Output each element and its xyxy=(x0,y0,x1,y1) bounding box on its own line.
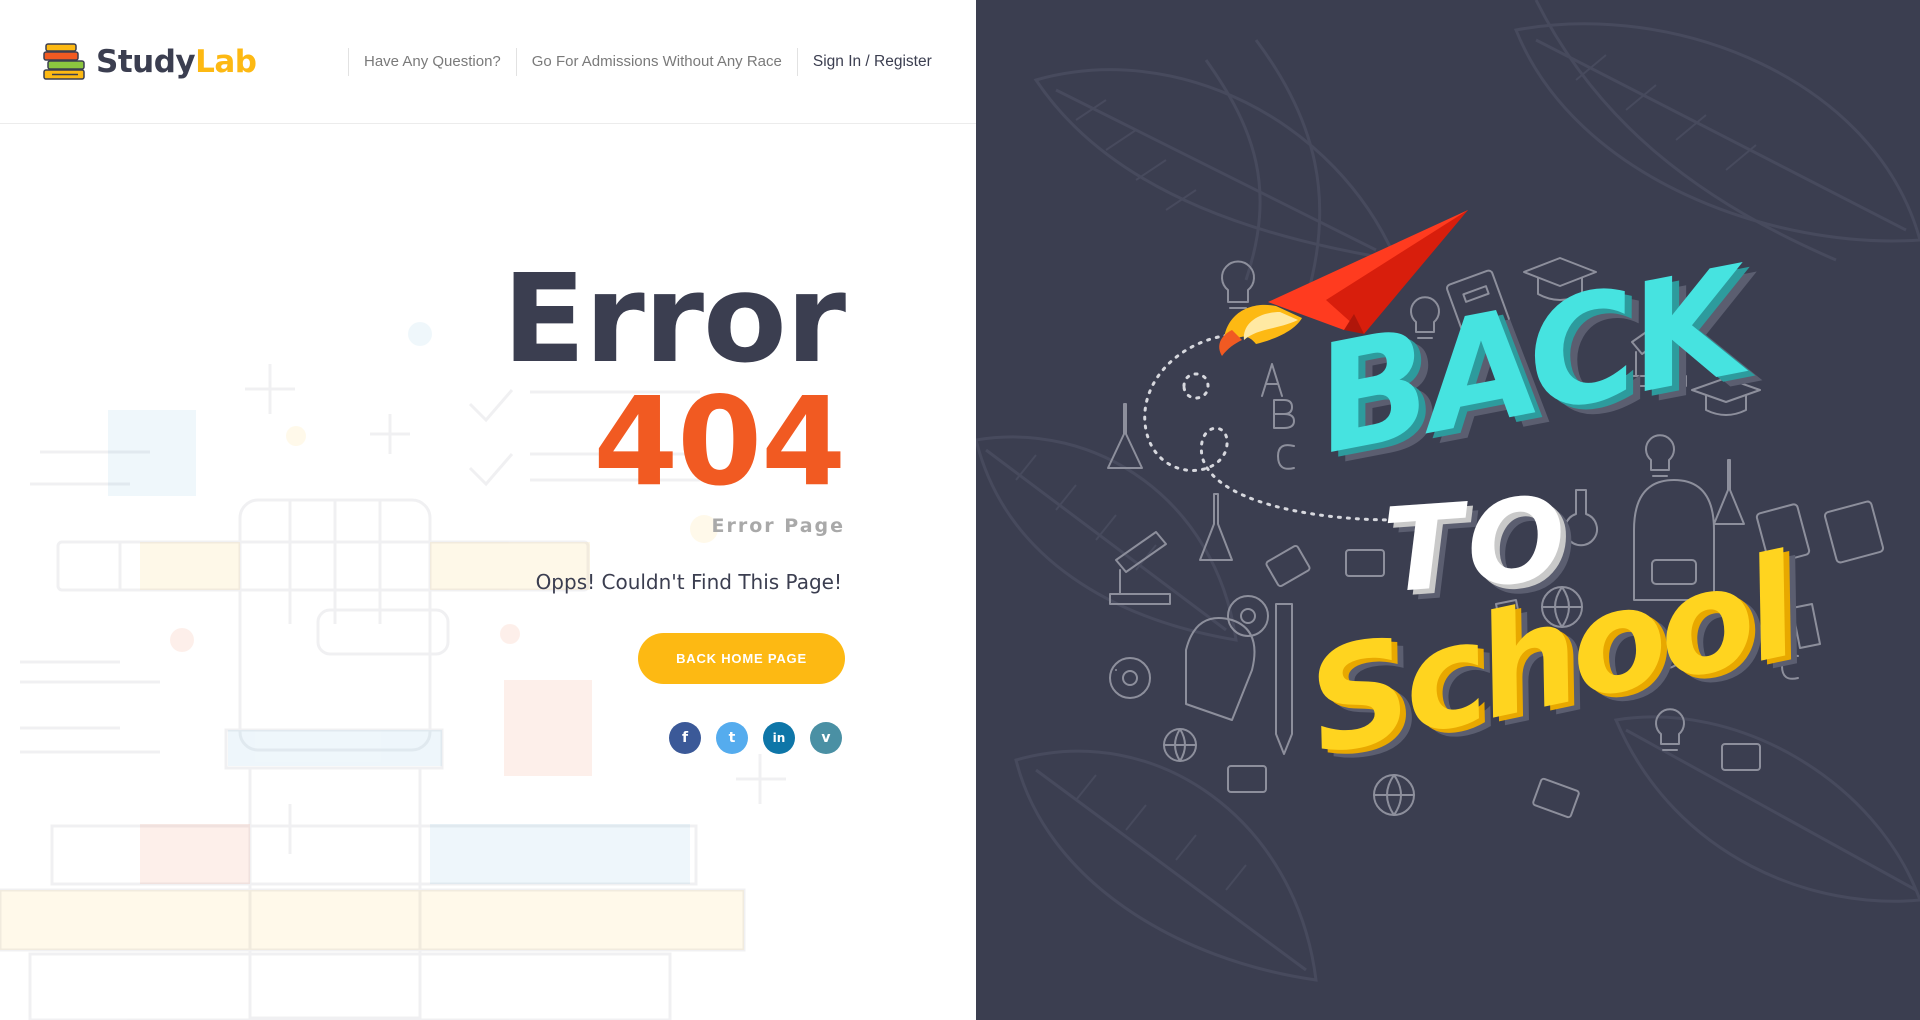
nav-item-admissions[interactable]: Go For Admissions Without Any Race xyxy=(517,48,797,76)
error-title: Error xyxy=(502,248,846,390)
back-home-button[interactable]: BACK HOME PAGE xyxy=(638,633,845,684)
books-logo-icon xyxy=(43,43,85,80)
site-logo[interactable]: StudyLab xyxy=(42,42,257,82)
social-links: f t in v xyxy=(325,722,842,754)
top-navigation: Have Any Question? Go For Admissions Wit… xyxy=(348,48,947,76)
left-panel: StudyLab Have Any Question? Go For Admis… xyxy=(0,0,976,1020)
back-to-school-panel: BACK TO School xyxy=(976,0,1920,1020)
error-code: 404 xyxy=(593,371,846,513)
nav-item-question[interactable]: Have Any Question? xyxy=(349,48,516,76)
logo-text-study: Study xyxy=(96,44,196,80)
nav-item-signin-register[interactable]: Sign In / Register xyxy=(798,48,947,76)
vimeo-icon[interactable]: v xyxy=(810,722,842,754)
error-subtitle: Error Page xyxy=(711,515,845,537)
site-header: StudyLab Have Any Question? Go For Admis… xyxy=(0,0,976,124)
facebook-icon[interactable]: f xyxy=(669,722,701,754)
error-404-page: StudyLab Have Any Question? Go For Admis… xyxy=(0,0,1920,1020)
twitter-icon[interactable]: t xyxy=(716,722,748,754)
linkedin-icon[interactable]: in xyxy=(763,722,795,754)
error-content: Error 404 Error Page Opps! Couldn't Find… xyxy=(325,248,846,754)
error-message: Opps! Couldn't Find This Page! xyxy=(535,570,842,594)
logo-text-lab: Lab xyxy=(195,44,257,80)
